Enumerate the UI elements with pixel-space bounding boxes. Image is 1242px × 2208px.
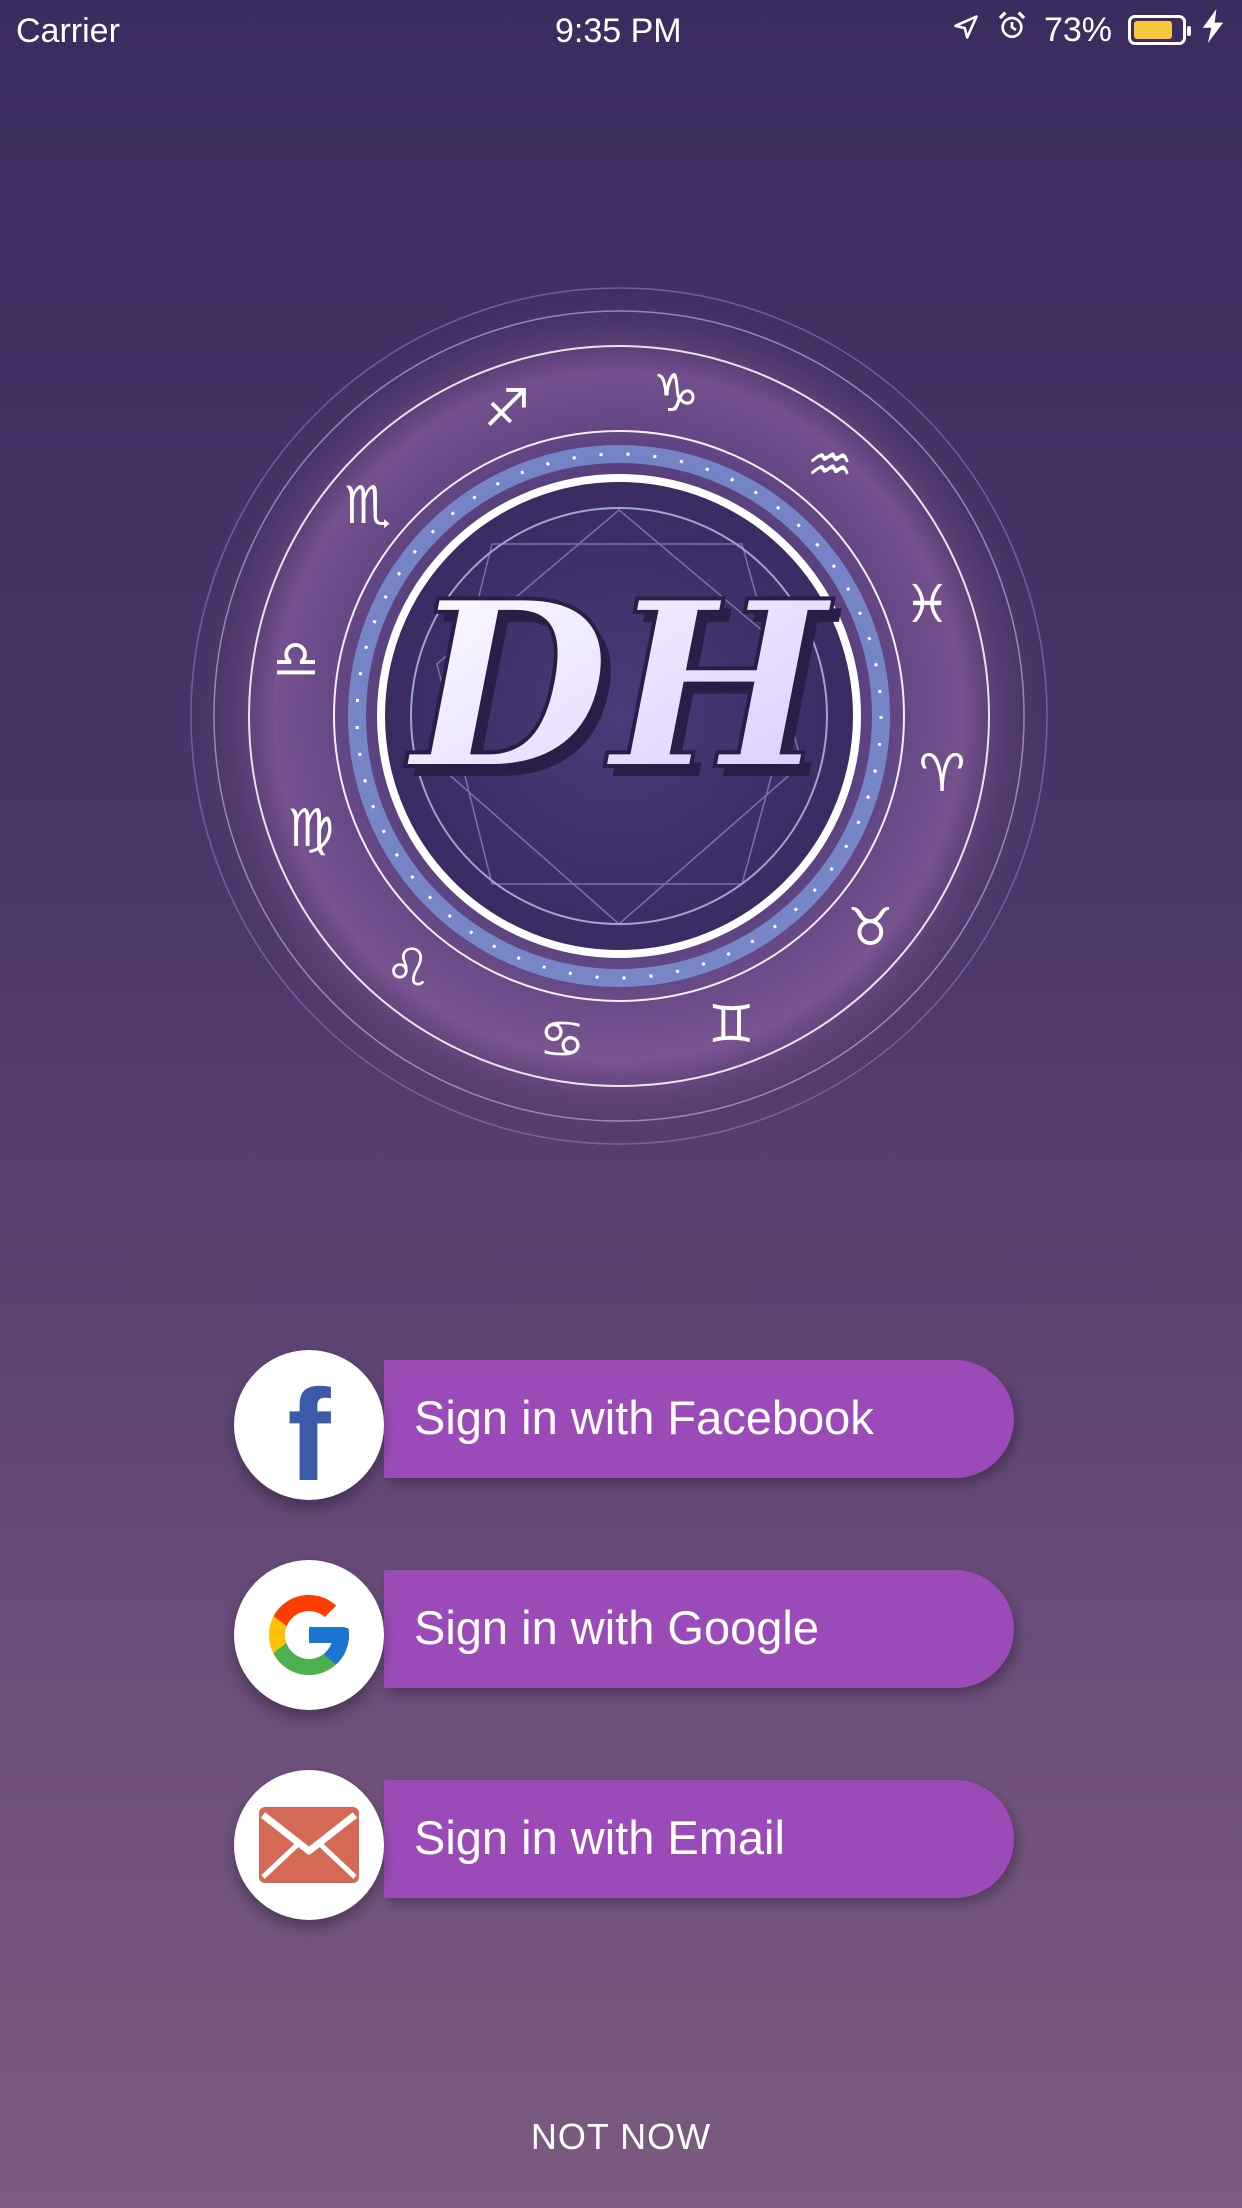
facebook-signin-label[interactable]: Sign in with Facebook <box>414 1350 874 1486</box>
zodiac-symbol: ♎ <box>273 630 320 690</box>
zodiac-wheel-logo: ♑♒♓♈♉♊♋♌♍♎♏♐ DH DH <box>189 286 1049 1146</box>
location-arrow-icon <box>952 11 980 50</box>
status-bar: Carrier 9:35 PM 73% <box>0 0 1242 60</box>
charging-bolt-icon <box>1202 8 1224 52</box>
alarm-clock-icon <box>996 10 1028 51</box>
zodiac-symbol: ♊ <box>708 995 755 1055</box>
zodiac-symbol: ♍ <box>287 799 334 859</box>
zodiac-symbol: ♓ <box>904 575 951 635</box>
not-now-link[interactable]: NOT NOW <box>0 2116 1242 2158</box>
email-signin-label[interactable]: Sign in with Email <box>414 1770 785 1906</box>
zodiac-symbol: ♌ <box>385 938 432 998</box>
status-right: 73% <box>952 8 1224 52</box>
status-time: 9:35 PM <box>555 12 682 50</box>
zodiac-symbol: ♏ <box>344 476 391 536</box>
zodiac-symbol: ♒ <box>807 436 854 496</box>
zodiac-symbol: ♈ <box>919 744 966 804</box>
zodiac-symbol: ♐ <box>484 379 531 439</box>
google-signin-button[interactable]: Sign in with Google <box>234 1560 1014 1710</box>
battery-icon <box>1128 15 1191 45</box>
zodiac-symbol: ♑ <box>653 364 700 424</box>
facebook-icon[interactable]: f <box>234 1350 384 1508</box>
zodiac-symbol: ♉ <box>847 898 894 958</box>
google-icon[interactable] <box>234 1560 384 1710</box>
email-signin-button[interactable]: Sign in with Email <box>234 1770 1014 1920</box>
carrier-label: Carrier <box>16 12 120 50</box>
app-logo: ♑ ♒ ♓ ♈ ♉ ♊ ♋ ♌ ♍ ♎ ♏ ♐ DH DH <box>152 284 1087 1149</box>
zodiac-symbol: ♋ <box>539 1010 586 1070</box>
logo-monogram: DH <box>405 551 834 821</box>
facebook-signin-button[interactable]: Sign in with Facebook f <box>234 1350 1014 1508</box>
facebook-glyph: f <box>287 1362 331 1508</box>
google-signin-label[interactable]: Sign in with Google <box>414 1560 819 1696</box>
battery-percent: 73% <box>1043 10 1112 49</box>
email-envelope-icon[interactable] <box>234 1770 384 1920</box>
